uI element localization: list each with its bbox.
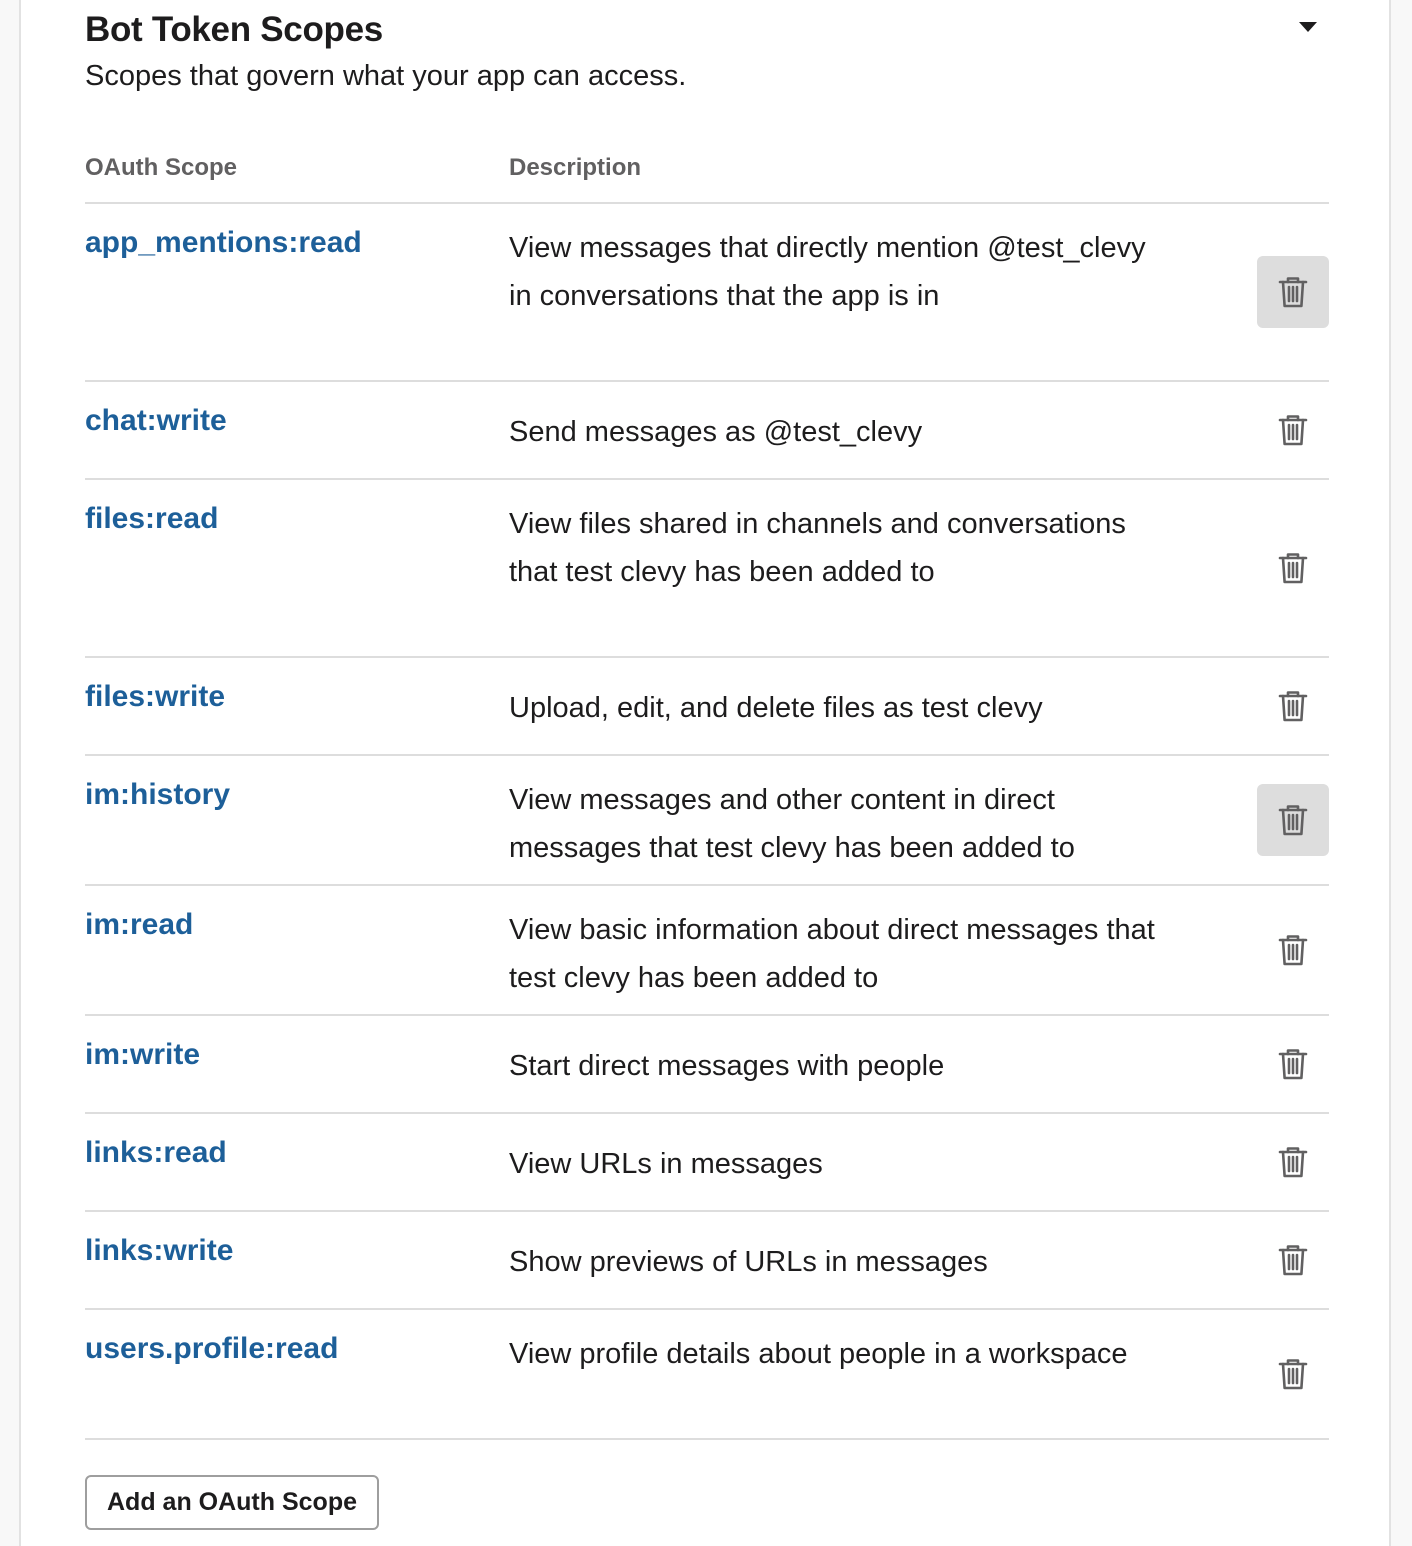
scope-name-link[interactable]: links:write bbox=[85, 1234, 233, 1268]
caret-down-icon bbox=[1299, 22, 1317, 32]
trash-icon bbox=[1278, 1243, 1308, 1277]
scope-description: View files shared in channels and conver… bbox=[509, 508, 1126, 588]
scope-name-link[interactable]: im:write bbox=[85, 1038, 200, 1072]
table-row: app_mentions:read View messages that dire… bbox=[85, 204, 1329, 382]
scope-name-link[interactable]: users.profile:read bbox=[85, 1332, 338, 1366]
section-title: Bot Token Scopes bbox=[85, 10, 383, 49]
collapse-toggle-button[interactable] bbox=[1289, 18, 1319, 38]
table-row: links:write Show previews of URLs in mess… bbox=[85, 1212, 1329, 1310]
table-row: im:history View messages and other conten… bbox=[85, 756, 1329, 886]
column-header-scope: OAuth Scope bbox=[85, 154, 238, 181]
scope-name-link[interactable]: files:write bbox=[85, 680, 225, 714]
scope-description: Send messages as @test_clevy bbox=[509, 416, 923, 448]
remove-scope-button[interactable] bbox=[1257, 1338, 1329, 1410]
table-row: files:read View files shared in channels … bbox=[85, 480, 1329, 658]
trash-icon bbox=[1278, 275, 1308, 309]
table-body: app_mentions:read View messages that dire… bbox=[85, 204, 1329, 1440]
section-subtitle: Scopes that govern what your app can acc… bbox=[85, 60, 687, 92]
scope-description: View messages and other content in direc… bbox=[509, 784, 1075, 864]
trash-icon bbox=[1278, 689, 1308, 723]
table-header: OAuth Scope Description bbox=[85, 146, 1329, 204]
scope-name-link[interactable]: im:read bbox=[85, 908, 193, 942]
table-row: chat:write Send messages as @test_clevy bbox=[85, 382, 1329, 480]
remove-scope-button[interactable] bbox=[1257, 1224, 1329, 1296]
add-oauth-scope-button[interactable]: Add an OAuth Scope bbox=[85, 1475, 379, 1530]
trash-icon bbox=[1278, 1357, 1308, 1391]
scopes-table: OAuth Scope Description app_mentions:rea… bbox=[85, 146, 1329, 1440]
scope-description: Start direct messages with people bbox=[509, 1050, 945, 1082]
table-row: files:write Upload, edit, and delete file… bbox=[85, 658, 1329, 756]
column-header-description: Description bbox=[509, 154, 642, 181]
scope-description: Show previews of URLs in messages bbox=[509, 1246, 988, 1278]
trash-icon bbox=[1278, 1047, 1308, 1081]
scope-name-link[interactable]: links:read bbox=[85, 1136, 227, 1170]
trash-icon bbox=[1278, 933, 1308, 967]
scope-description: View URLs in messages bbox=[509, 1148, 823, 1180]
remove-scope-button[interactable] bbox=[1257, 670, 1329, 742]
remove-scope-button[interactable] bbox=[1257, 784, 1329, 856]
scope-name-link[interactable]: app_mentions:read bbox=[85, 226, 362, 260]
scope-name-link[interactable]: im:history bbox=[85, 778, 230, 812]
scope-name-link[interactable]: chat:write bbox=[85, 404, 227, 438]
remove-scope-button[interactable] bbox=[1257, 394, 1329, 466]
scope-name-link[interactable]: files:read bbox=[85, 502, 218, 536]
remove-scope-button[interactable] bbox=[1257, 1126, 1329, 1198]
trash-icon bbox=[1278, 551, 1308, 585]
table-row: im:read View basic information about dire… bbox=[85, 886, 1329, 1016]
scope-description: View messages that directly mention @tes… bbox=[509, 232, 1146, 312]
table-row: im:write Start direct messages with peopl… bbox=[85, 1016, 1329, 1114]
remove-scope-button[interactable] bbox=[1257, 532, 1329, 604]
bot-token-scopes-panel: Bot Token Scopes Scopes that govern what… bbox=[19, 0, 1391, 1546]
table-row: users.profile:read View profile details a… bbox=[85, 1310, 1329, 1440]
scope-description: View basic information about direct mess… bbox=[509, 914, 1155, 994]
remove-scope-button[interactable] bbox=[1257, 914, 1329, 986]
trash-icon bbox=[1278, 1145, 1308, 1179]
scope-description: View profile details about people in a w… bbox=[509, 1338, 1128, 1370]
trash-icon bbox=[1278, 413, 1308, 447]
table-row: links:read View URLs in messages bbox=[85, 1114, 1329, 1212]
remove-scope-button[interactable] bbox=[1257, 1028, 1329, 1100]
scope-description: Upload, edit, and delete files as test c… bbox=[509, 692, 1043, 724]
remove-scope-button[interactable] bbox=[1257, 256, 1329, 328]
trash-icon bbox=[1278, 803, 1308, 837]
